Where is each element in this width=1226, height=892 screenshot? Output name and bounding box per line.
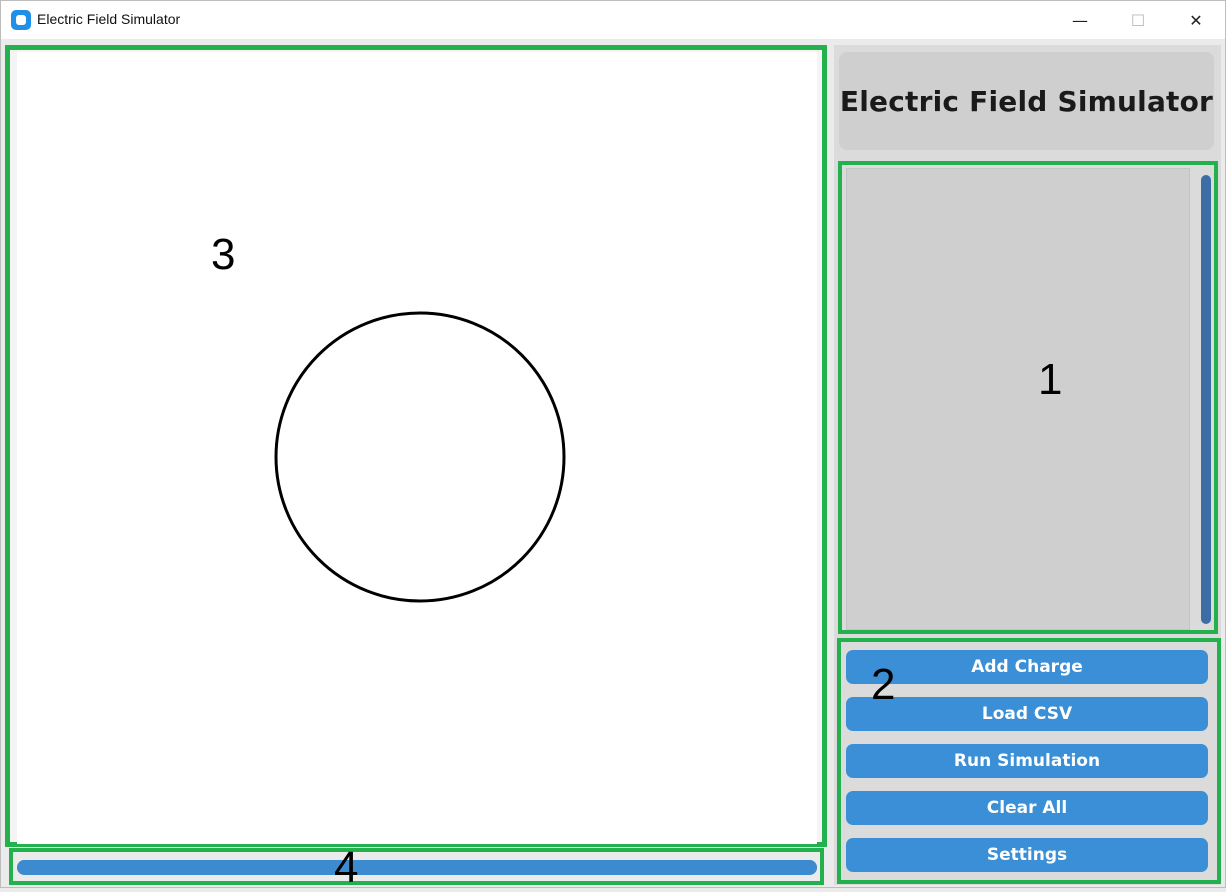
field-circle — [274, 311, 566, 603]
clear-all-button[interactable]: Clear All — [846, 791, 1208, 825]
load-csv-button[interactable]: Load CSV — [846, 697, 1208, 731]
app-window-icon — [11, 10, 31, 30]
close-button[interactable]: ✕ — [1167, 1, 1225, 39]
annotation-label-1: 1 — [1038, 355, 1063, 404]
simulation-canvas[interactable] — [17, 52, 817, 844]
progress-region — [9, 848, 824, 885]
progress-bar — [17, 860, 817, 875]
window-title: Electric Field Simulator — [37, 11, 181, 27]
maximize-button[interactable]: ☐ — [1109, 1, 1167, 39]
minimize-button[interactable]: — — [1051, 1, 1109, 39]
run-simulation-button[interactable]: Run Simulation — [846, 744, 1208, 778]
settings-button[interactable]: Settings — [846, 838, 1208, 872]
charge-list-region — [838, 161, 1218, 634]
title-bar[interactable]: Electric Field Simulator — ☐ ✕ — [1, 1, 1225, 39]
canvas-drawing — [274, 311, 566, 603]
app-window: Electric Field Simulator — ☐ ✕ Electric … — [0, 0, 1226, 892]
annotation-label-4: 4 — [334, 843, 359, 892]
sidebar-header: Electric Field Simulator — [839, 52, 1214, 150]
add-charge-button[interactable]: Add Charge — [846, 650, 1208, 684]
annotation-label-3: 3 — [211, 230, 236, 279]
annotation-label-2: 2 — [871, 660, 896, 709]
sidebar-title: Electric Field Simulator — [839, 84, 1214, 118]
progress-fill — [17, 860, 817, 875]
charge-list-scrollbar[interactable] — [1201, 175, 1211, 624]
charge-list[interactable] — [846, 168, 1190, 630]
simulation-canvas-region — [5, 45, 827, 847]
